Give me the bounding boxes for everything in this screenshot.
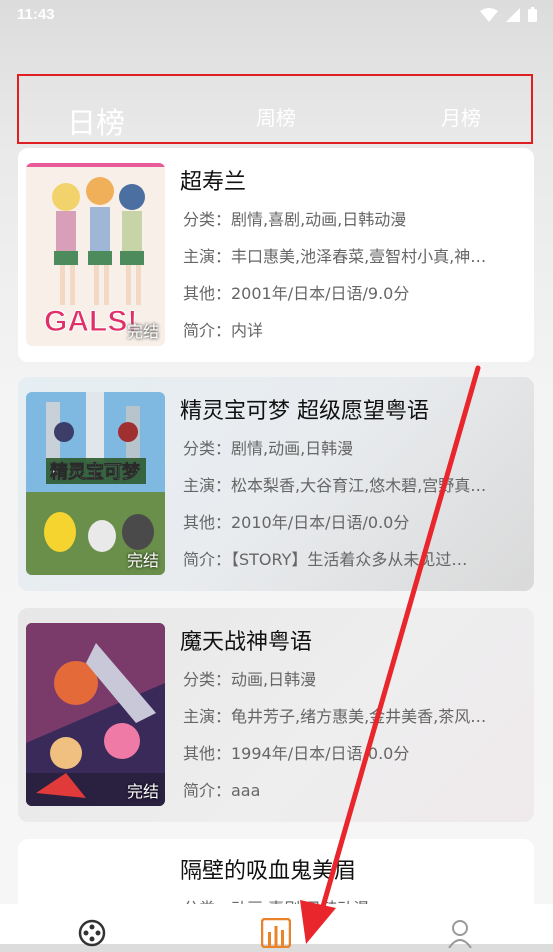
item-intro: 简介：aaa (183, 781, 261, 800)
item-category: 分类：剧情,动画,日韩漫 (183, 439, 354, 458)
poster-logo-text: GALS! (44, 305, 137, 338)
item-cast: 主演：龟井芳子,绪方惠美,金井美香,茶风… (183, 707, 487, 726)
battery-icon (528, 7, 537, 22)
item-title: 隔壁的吸血鬼美眉 (180, 859, 357, 884)
status-bar: 11:43 (0, 0, 553, 32)
item-cast: 主演：丰口惠美,池泽春菜,壹智村小真,神… (183, 247, 487, 266)
list-item[interactable]: 完结 魔天战神粤语 分类：动画,日韩漫 主演：龟井芳子,绪方惠美,金井美香,茶风… (18, 608, 534, 822)
signal-icon (506, 7, 520, 22)
list-item[interactable]: GALS! 完结 超寿兰 分类：剧情,喜剧,动画,日韩动漫 主演：丰口惠美,池泽… (18, 148, 534, 362)
poster-logo-text: 精灵宝可梦 (50, 461, 141, 483)
item-other: 其他：1994年/日本/日语/0.0分 (183, 744, 410, 763)
poster-image: 精灵宝可梦 完结 (26, 392, 165, 575)
ranking-tabs: 日榜 周榜 月榜 (17, 74, 533, 144)
item-title: 魔天战神粤语 (180, 630, 313, 655)
item-title: 精灵宝可梦 超级愿望粤语 (180, 399, 429, 424)
item-title: 超寿兰 (180, 170, 247, 195)
status-badge: 完结 (126, 322, 159, 341)
status-time: 11:43 (17, 6, 55, 23)
item-category: 分类：动画,日韩漫 (183, 670, 317, 689)
wifi-icon (480, 7, 498, 22)
item-other: 其他：2010年/日本/日语/0.0分 (183, 513, 410, 532)
tab-monthly[interactable]: 月榜 (441, 102, 481, 131)
item-other: 其他：2001年/日本/日语/9.0分 (183, 284, 410, 303)
status-badge: 完结 (126, 782, 159, 801)
bottom-nav (0, 904, 553, 949)
tab-daily[interactable]: 日榜 (67, 100, 125, 142)
item-cast: 主演：松本梨香,大谷育江,悠木碧,宫野真… (183, 476, 487, 495)
status-badge: 完结 (126, 551, 159, 570)
list-item[interactable]: 精灵宝可梦 完结 精灵宝可梦 超级愿望粤语 分类：剧情,动画,日韩漫 主演：松本… (18, 377, 534, 591)
poster-image: GALS! 完结 (26, 163, 165, 346)
item-intro: 简介：内详 (183, 321, 264, 340)
item-category: 分类：剧情,喜剧,动画,日韩动漫 (183, 210, 407, 229)
item-intro: 简介：【STORY】生活着众多从未见过… (183, 550, 468, 569)
tab-weekly[interactable]: 周榜 (256, 102, 296, 131)
system-icons (480, 7, 537, 22)
poster-image: 完结 (26, 623, 165, 806)
